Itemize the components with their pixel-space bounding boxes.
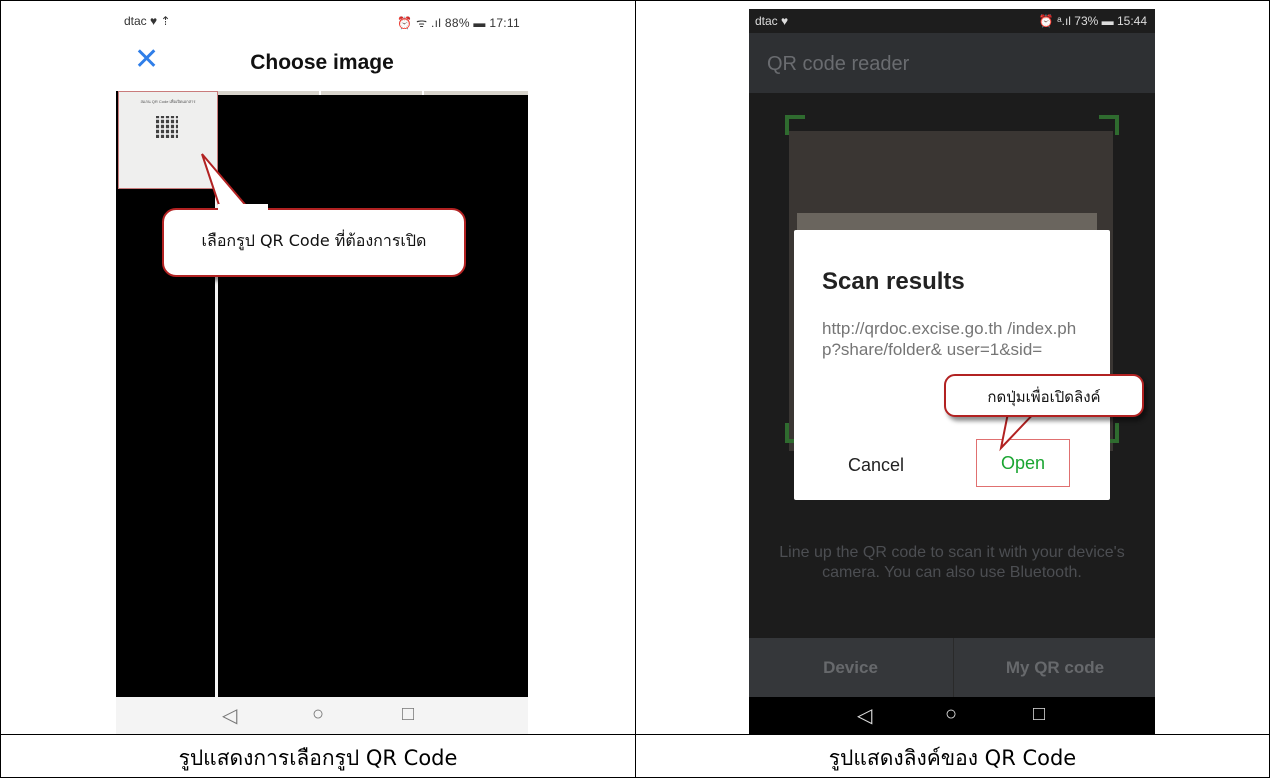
grid-separator bbox=[422, 91, 424, 95]
home-icon[interactable]: ○ bbox=[945, 703, 957, 726]
page-title: Choose image bbox=[250, 51, 394, 74]
scan-hint: Line up the QR code to scan it with your… bbox=[779, 544, 1125, 581]
scan-frame-corner bbox=[785, 115, 805, 135]
callout-text: กดปุ่มเพื่อเปิดลิงค์ bbox=[987, 388, 1101, 406]
choose-image-screenshot: dtac ♥ ⇡ ⏰ ᯤ .ıl 88% ▬ 17:11 ✕ Choose im… bbox=[116, 9, 528, 734]
home-icon[interactable]: ○ bbox=[312, 703, 324, 726]
callout-pointer-mask bbox=[218, 204, 268, 224]
callout-select-qr: เลือกรูป QR Code ที่ต้องการเปิด bbox=[162, 208, 466, 277]
status-bar: dtac ♥ ⏰ ᵃ.ıl 73% ▬ 15:44 bbox=[749, 9, 1155, 33]
caption-left: รูปแสดงการเลือกรูป QR Code bbox=[178, 746, 458, 770]
callout-pointer bbox=[201, 153, 251, 209]
tab-my-qr-code[interactable]: My QR code bbox=[953, 638, 1155, 697]
app-header: QR code reader bbox=[749, 33, 1155, 93]
thumbnail-caption: สแกน QR Code เพื่อเปิดเอกสาร bbox=[140, 99, 196, 104]
grid-separator bbox=[319, 91, 321, 95]
app-header: ✕ Choose image bbox=[116, 33, 528, 91]
bottom-tabs: Device My QR code bbox=[749, 638, 1155, 697]
image-grid: สแกน QR Code เพื่อเปิดเอกสาร bbox=[116, 91, 528, 697]
back-icon[interactable]: ◁ bbox=[857, 703, 872, 728]
carrier-label: dtac ♥ bbox=[755, 14, 789, 28]
scan-results-dialog: Scan results http://qrdoc.excise.go.th /… bbox=[794, 230, 1110, 500]
carrier-label: dtac ♥ ⇡ bbox=[124, 14, 171, 28]
scan-frame-corner bbox=[1099, 115, 1119, 135]
callout-open-link: กดปุ่มเพื่อเปิดลิงค์ bbox=[944, 374, 1144, 417]
system-nav-bar: ◁ ○ □ bbox=[116, 697, 528, 734]
recent-apps-icon[interactable]: □ bbox=[402, 703, 414, 726]
recent-apps-icon[interactable]: □ bbox=[1033, 703, 1045, 726]
back-icon[interactable]: ◁ bbox=[222, 703, 237, 728]
page-title: QR code reader bbox=[767, 53, 910, 75]
status-indicators: ⏰ ᵃ.ıl 73% ▬ 15:44 bbox=[1038, 14, 1147, 28]
status-indicators: ⏰ ᯤ .ıl 88% ▬ 17:11 bbox=[397, 16, 520, 30]
caption-right: รูปแสดงลิงค์ของ QR Code bbox=[828, 746, 1077, 770]
qr-reader-screenshot: dtac ♥ ⏰ ᵃ.ıl 73% ▬ 15:44 QR code reader… bbox=[749, 9, 1155, 734]
scan-result-url: http://qrdoc.excise.go.th /index.php?sha… bbox=[822, 319, 1077, 359]
qr-code-icon bbox=[156, 116, 178, 138]
status-bar: dtac ♥ ⇡ ⏰ ᯤ .ıl 88% ▬ 17:11 bbox=[116, 9, 528, 33]
system-nav-bar: ◁ ○ □ bbox=[749, 697, 1155, 734]
column-divider bbox=[635, 1, 636, 777]
row-divider bbox=[1, 734, 1269, 735]
callout-text: เลือกรูป QR Code ที่ต้องการเปิด bbox=[201, 231, 427, 250]
tab-device[interactable]: Device bbox=[749, 638, 952, 697]
thumbnail-strip bbox=[218, 91, 528, 95]
dialog-title: Scan results bbox=[822, 268, 965, 295]
cancel-button[interactable]: Cancel bbox=[848, 455, 904, 476]
